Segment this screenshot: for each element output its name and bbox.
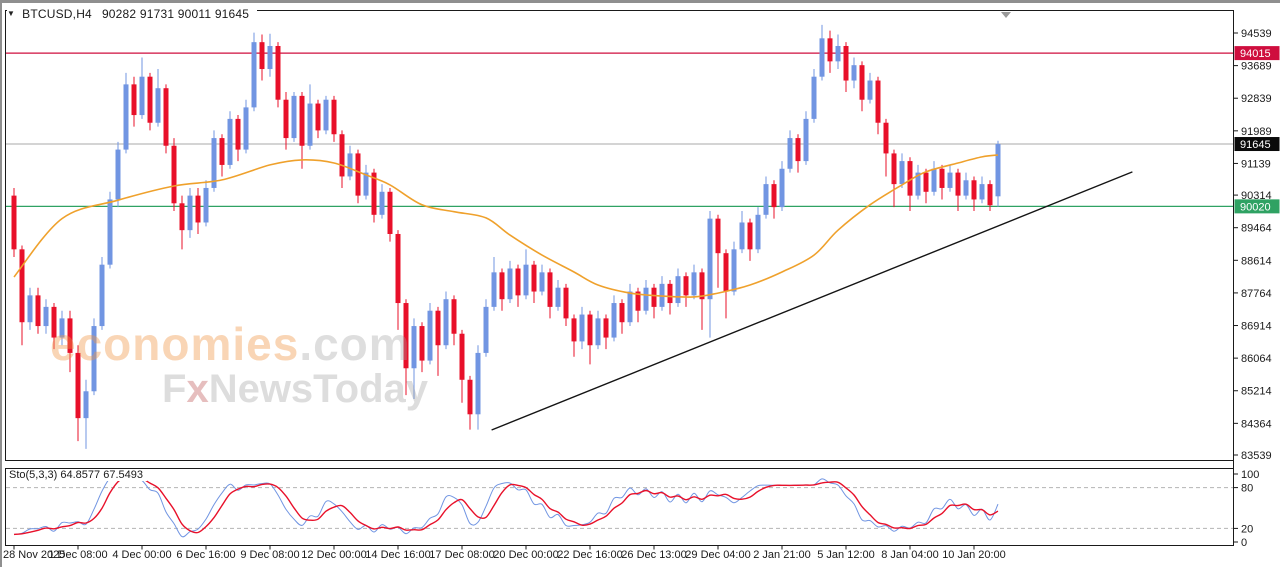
indicator-k-value: 64.8577: [60, 469, 100, 481]
time-tick-label: 5 Jan 12:00: [817, 549, 875, 561]
time-axis[interactable]: 28 Nov 20251 Dec 08:004 Dec 00:006 Dec 1…: [3, 546, 1006, 562]
indicator-d-value: 67.5493: [103, 469, 143, 481]
title-open: 90282: [102, 7, 136, 21]
price-tick-label: 89464: [1241, 223, 1272, 235]
chart-title: ▼ BTCUSD,H4 90282 91731 90011 91645: [7, 6, 257, 22]
price-tick-label: 92839: [1241, 93, 1272, 105]
price-tick-label: 91139: [1241, 158, 1271, 170]
time-tick-label: 1 Dec 08:00: [48, 549, 107, 561]
indicator-pane-frame: [6, 469, 1234, 546]
price-tick-label: 87764: [1241, 288, 1272, 300]
time-tick-label: 14 Dec 16:00: [365, 549, 430, 561]
indicator-tick-label: 0: [1241, 537, 1247, 549]
stochastic-k-line: [14, 476, 998, 537]
time-tick-label: 9 Dec 08:00: [240, 549, 299, 561]
indicator-name: Sto(5,3,3): [9, 469, 57, 481]
time-tick-label: 8 Jan 04:00: [881, 549, 939, 561]
symbol-label: BTCUSD,H4: [22, 7, 92, 21]
price-chart-canvas[interactable]: 94015 91645 90020 94539 93689 92839 91989 91139…: [0, 0, 1280, 567]
stochastic-levels: 100 80 20 0: [6, 469, 1259, 549]
chart-shift-marker[interactable]: [1001, 12, 1011, 18]
indicator-tick-label: 100: [1241, 469, 1259, 481]
moving-average-line[interactable]: [14, 155, 998, 297]
time-tick-label: 12 Dec 00:00: [301, 549, 366, 561]
time-tick-label: 22 Dec 16:00: [557, 549, 622, 561]
time-tick-label: 2 Jan 21:00: [753, 549, 811, 561]
time-tick-label: 29 Dec 04:00: [685, 549, 750, 561]
price-badge-label: 91645: [1240, 139, 1271, 151]
symbol-dropdown-icon[interactable]: ▼: [7, 10, 15, 18]
title-close: 91645: [215, 7, 249, 21]
price-badge-label: 94015: [1240, 48, 1271, 60]
time-tick-label: 6 Dec 16:00: [176, 549, 235, 561]
price-tick-label: 88614: [1241, 255, 1272, 267]
indicator-label: Sto(5,3,3) 64.8577 67.5493: [9, 469, 147, 481]
title-high: 91731: [140, 7, 174, 21]
price-tick-label: 84364: [1241, 418, 1272, 430]
candles-layer: [12, 25, 1001, 449]
mt4-chart-window: 94015 91645 90020 94539 93689 92839 91989 91139…: [0, 0, 1280, 567]
time-tick-label: 20 Dec 00:00: [493, 549, 558, 561]
price-tick-label: 86914: [1241, 321, 1272, 333]
price-badge-label: 90020: [1240, 201, 1271, 213]
indicator-tick-label: 80: [1241, 483, 1253, 495]
price-axis[interactable]: 94539 93689 92839 91989 91139 90314 89464 88614…: [1234, 28, 1272, 462]
price-tick-label: 91989: [1241, 126, 1272, 138]
time-tick-label: 4 Dec 00:00: [112, 549, 171, 561]
title-low: 90011: [178, 7, 211, 21]
time-tick-label: 17 Dec 08:00: [429, 549, 494, 561]
price-tick-label: 93689: [1241, 61, 1272, 73]
time-tick-label: 26 Dec 13:00: [621, 549, 686, 561]
time-tick-label: 10 Jan 20:00: [942, 549, 1006, 561]
price-tick-label: 90314: [1241, 190, 1272, 202]
price-tick-label: 86064: [1241, 353, 1272, 365]
trendline[interactable]: [492, 172, 1133, 430]
price-tick-label: 83539: [1241, 450, 1272, 462]
price-tick-label: 94539: [1241, 28, 1272, 40]
indicator-tick-label: 20: [1241, 523, 1253, 535]
stochastic-d-line: [14, 476, 998, 534]
price-tick-label: 85214: [1241, 386, 1272, 398]
